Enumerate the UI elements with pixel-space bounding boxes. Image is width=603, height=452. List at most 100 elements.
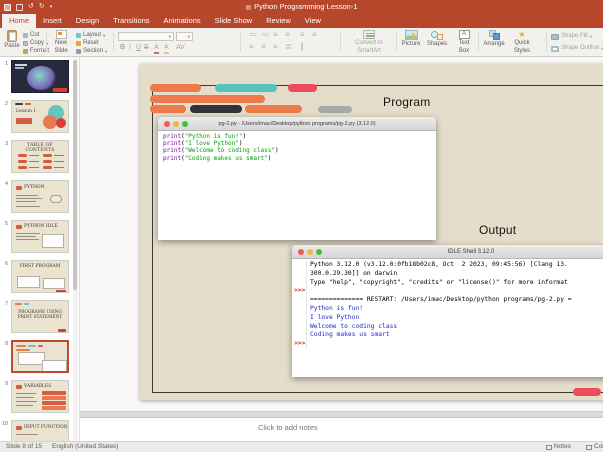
notes-splitter[interactable] (80, 411, 603, 418)
slide-thumbnail-2[interactable]: Lesson 1 (11, 100, 69, 133)
maximize-button[interactable] (182, 121, 188, 127)
bold-button[interactable]: B (120, 44, 125, 52)
tab-review[interactable]: Review (259, 14, 298, 28)
slide-number: 10 (1, 421, 8, 427)
decoration-pill-pink (573, 388, 601, 396)
paste-button[interactable]: Paste (3, 30, 21, 50)
line-spacing-button[interactable]: ≡ (285, 31, 290, 39)
arrange-button[interactable]: Arrange (481, 30, 507, 48)
align-center-button[interactable]: ≡ (261, 43, 266, 51)
decoration (16, 201, 36, 202)
code-line: print("Coding makes us smart") (163, 155, 436, 162)
decoration (16, 225, 22, 229)
decoration (42, 391, 66, 395)
language-status[interactable]: English (United States) (52, 442, 118, 452)
comments-toggle[interactable]: Comments (586, 442, 603, 452)
align-left-button[interactable]: ≡ (249, 43, 254, 51)
slide-thumbnail-1[interactable] (11, 60, 69, 93)
font-color-button[interactable]: A (154, 44, 159, 54)
quick-styles-button[interactable]: ★ Quick Styles (510, 30, 534, 54)
copy-button[interactable]: Copy ▾ (23, 40, 48, 47)
highlight-color-button[interactable]: A (164, 44, 169, 54)
shell-text (307, 287, 310, 296)
decoration (18, 166, 27, 169)
slide-thumbnail-9[interactable]: VARIABLES (11, 380, 69, 413)
minimize-button[interactable] (173, 121, 179, 127)
close-button[interactable] (298, 249, 304, 255)
decoration (16, 233, 40, 234)
shapes-label: Shapes (426, 41, 448, 47)
slide-thumbnail-10[interactable]: INPUT FUNCTION (11, 420, 69, 441)
shell-prompt (292, 269, 307, 279)
font-name-select[interactable]: ▾ (118, 32, 174, 41)
shape-fill-button[interactable]: Shape Fill ▾ (551, 33, 592, 40)
strikethrough-button[interactable]: S (144, 44, 149, 52)
minimize-button[interactable] (307, 249, 313, 255)
shell-text: ============== RESTART: /Users/imac/Desk… (310, 296, 572, 304)
justify-button[interactable]: ≣ (285, 43, 292, 51)
notes-pane[interactable]: Click to add notes (80, 418, 603, 441)
tab-transitions[interactable]: Transitions (106, 14, 156, 28)
convert-to-smartart-button[interactable]: Convert to SmartArt (344, 30, 394, 54)
cut-button[interactable]: Cut (23, 32, 39, 39)
tab-view[interactable]: View (298, 14, 328, 28)
clipboard-icon (7, 30, 17, 42)
picture-button[interactable]: Picture (399, 30, 423, 48)
sidebar-scrollbar[interactable] (72, 57, 78, 441)
tab-slide-show[interactable]: Slide Show (208, 14, 260, 28)
decoration (17, 276, 40, 288)
editor-title-bar: pg-2.py - /Users/imac/Desktop/python pro… (158, 117, 436, 131)
decoration (58, 329, 66, 332)
slide-thumbnail-7[interactable]: PROGRAMS USING PRINT STATEMENT (11, 300, 69, 333)
shape-outline-button[interactable]: Shape Outline ▾ (551, 45, 603, 52)
align-right-button[interactable]: ≡ (273, 43, 278, 51)
character-spacing-button[interactable]: AV (176, 44, 185, 52)
decoration (16, 385, 22, 389)
slide-thumbnail-3[interactable]: TABLE OF CONTENTS (11, 140, 69, 173)
notes-placeholder[interactable]: Click to add notes (258, 423, 318, 432)
indent-button[interactable]: ≡ (273, 31, 278, 39)
decoration (15, 67, 24, 69)
maximize-button[interactable] (316, 249, 322, 255)
section-label: Section (83, 48, 104, 54)
shell-output: Python 3.12.0 (v3.12.0:0fb18b02c8, Oct 2… (292, 259, 603, 349)
align-text-button[interactable]: ≡ (312, 31, 317, 39)
slide-thumbnail-5[interactable]: PYTHON IDLE (11, 220, 69, 253)
section-button[interactable]: Section ▾ (76, 48, 107, 55)
font-size-select[interactable]: ▾ (176, 32, 193, 41)
layout-button[interactable]: Layout ▾ (76, 32, 105, 39)
new-slide-button[interactable]: New Slide (49, 30, 73, 54)
editor-window[interactable]: pg-2.py - /Users/imac/Desktop/python pro… (158, 117, 436, 240)
slide-thumb-row: 6 FIRST PROGRAM (0, 260, 79, 293)
text-direction-button[interactable]: ≡ (300, 31, 305, 39)
tab-animations[interactable]: Animations (157, 14, 208, 28)
decoration: INPUT FUNCTION (24, 425, 68, 430)
slide-thumb-row: 1 (0, 60, 79, 93)
shell-window[interactable]: IDLE Shell 3.12.0 Python 3.12.0 (v3.12.0… (292, 245, 603, 377)
notes-toggle[interactable]: Notes (546, 442, 571, 452)
decoration: ) (238, 140, 243, 148)
bullets-button[interactable]: ≔ (249, 31, 257, 39)
slide-thumbnail-6[interactable]: FIRST PROGRAM (11, 260, 69, 293)
slide-thumbnail-4[interactable]: PYTHON (11, 180, 69, 213)
current-slide[interactable]: Program pg-2.py - /Users/imac/Desktop/py… (140, 64, 603, 400)
slide-number: 8 (4, 341, 8, 347)
decoration (411, 32, 415, 36)
italic-button[interactable]: I (129, 44, 131, 52)
sidebar-scrollbar-thumb[interactable] (72, 60, 77, 290)
shell-text: I love Python (310, 313, 360, 321)
slide-thumbnail-8[interactable] (11, 340, 69, 373)
tab-home[interactable]: Home (2, 14, 37, 28)
tab-design[interactable]: Design (69, 14, 106, 28)
close-button[interactable] (164, 121, 170, 127)
reset-button[interactable]: Reset (76, 40, 99, 47)
shapes-button[interactable]: Shapes (424, 30, 450, 48)
numbering-button[interactable]: ≕ (261, 31, 269, 39)
tab-insert[interactable]: Insert (36, 14, 69, 28)
text-box-button[interactable]: A Text Box (452, 30, 476, 54)
underline-button[interactable]: U (136, 44, 141, 52)
slide-number: 5 (4, 221, 8, 227)
decoration (16, 426, 22, 430)
slide-number: 4 (4, 181, 8, 187)
columns-button[interactable]: ∥ (300, 43, 304, 51)
